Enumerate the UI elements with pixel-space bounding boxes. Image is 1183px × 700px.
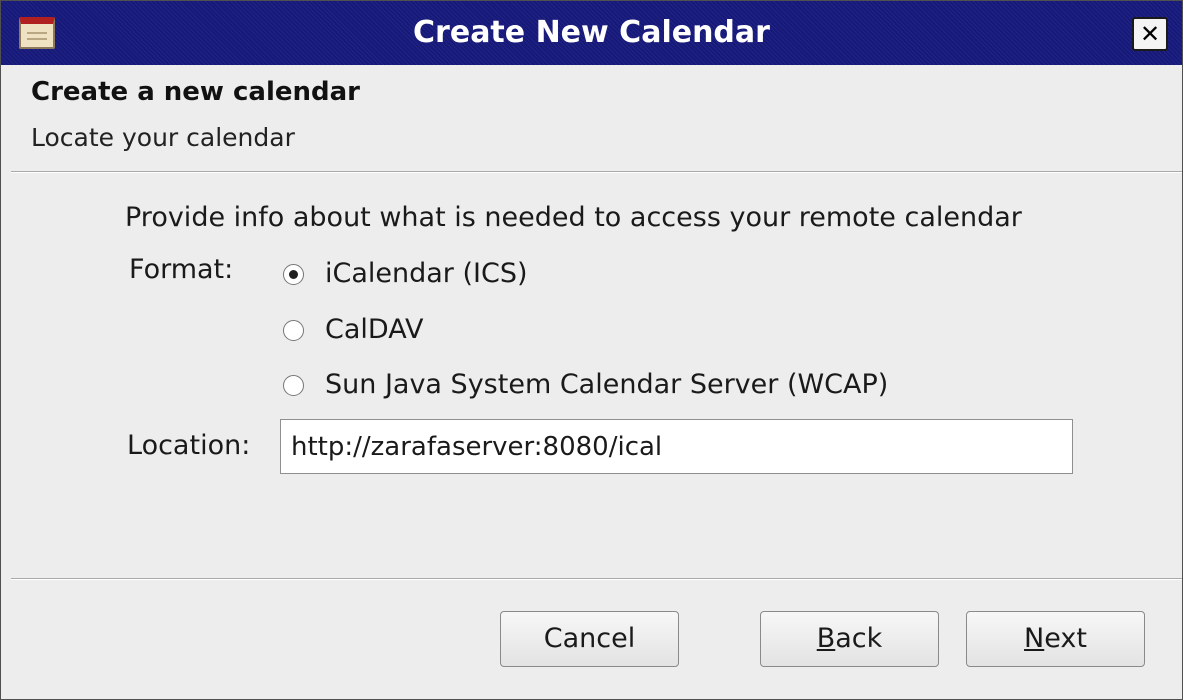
create-calendar-dialog: Create New Calendar ✕ Create a new calen… <box>0 0 1183 700</box>
back-mnemonic: B <box>816 623 836 654</box>
window-title: Create New Calendar <box>413 15 770 50</box>
button-divider <box>11 578 1182 580</box>
format-label: Format: <box>129 254 234 285</box>
title-bar[interactable]: Create New Calendar ✕ <box>1 1 1182 65</box>
back-button[interactable]: Back <box>760 611 939 667</box>
location-input[interactable] <box>280 419 1073 474</box>
back-button-label: ack <box>835 623 883 654</box>
cancel-button-label: Cancel <box>543 623 636 654</box>
radio-ics[interactable] <box>283 264 304 285</box>
radio-label-caldav[interactable]: CalDAV <box>325 313 423 347</box>
header-title: Create a new calendar <box>31 77 360 107</box>
wizard-header: Create a new calendar Locate your calend… <box>1 65 1182 171</box>
radio-wcap[interactable] <box>283 375 304 396</box>
intro-text: Provide info about what is needed to acc… <box>125 202 1022 233</box>
close-button[interactable]: ✕ <box>1132 17 1168 51</box>
header-subtitle: Locate your calendar <box>31 123 295 152</box>
next-button[interactable]: Next <box>966 611 1145 667</box>
radio-label-wcap[interactable]: Sun Java System Calendar Server (WCAP) <box>325 368 888 402</box>
header-divider <box>11 171 1182 173</box>
radio-caldav[interactable] <box>283 320 304 341</box>
next-mnemonic: N <box>1024 623 1045 654</box>
next-button-label: ext <box>1044 623 1087 654</box>
radio-label-ics[interactable]: iCalendar (ICS) <box>325 257 528 291</box>
close-icon: ✕ <box>1139 20 1161 48</box>
location-label: Location: <box>127 430 251 461</box>
cancel-button[interactable]: Cancel <box>500 611 679 667</box>
